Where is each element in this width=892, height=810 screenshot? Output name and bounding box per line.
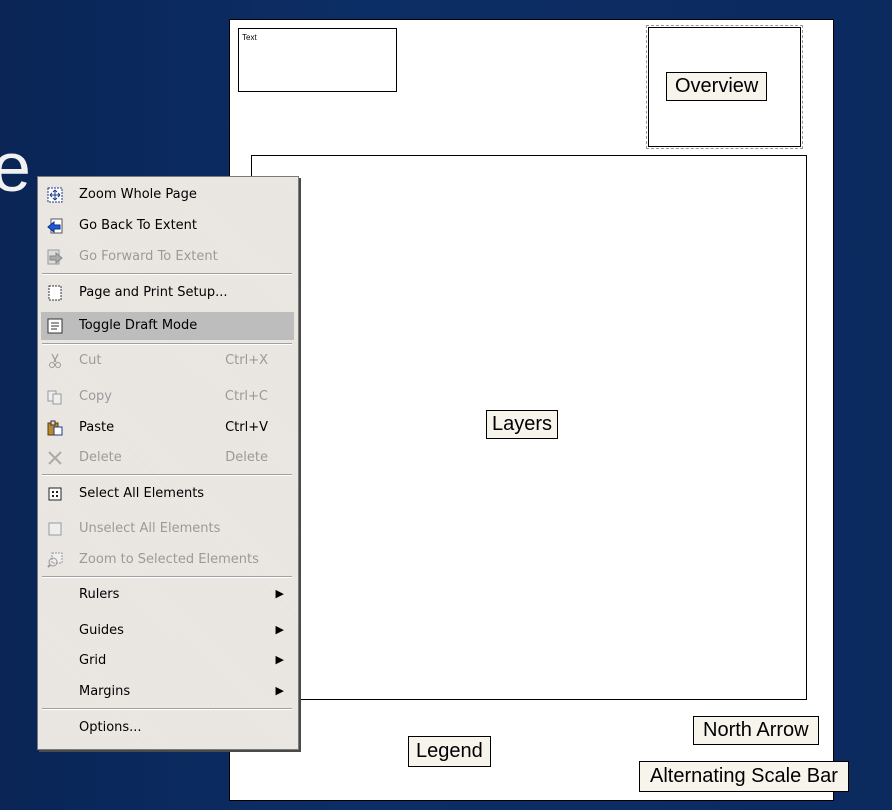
menu-item-unselect-all[interactable]: Unselect All Elements	[41, 515, 294, 543]
menu-item-go-back[interactable]: Go Back To Extent	[41, 212, 294, 240]
menu-item-copy[interactable]: Copy Ctrl+C	[41, 383, 294, 411]
menu-item-label: Grid	[79, 653, 107, 668]
menu-item-select-all[interactable]: Select All Elements	[41, 480, 294, 508]
menu-item-label: Rulers	[79, 587, 120, 602]
draft-mode-icon	[47, 318, 63, 334]
menu-item-cut[interactable]: Cut Ctrl+X	[41, 347, 294, 375]
menu-item-label: Go Forward To Extent	[79, 249, 218, 264]
menu-item-label: Go Back To Extent	[79, 218, 198, 233]
menu-item-page-setup[interactable]: Page and Print Setup...	[41, 279, 294, 307]
delete-icon	[47, 450, 63, 466]
menu-item-options[interactable]: Options...	[41, 714, 294, 742]
paste-icon	[47, 420, 63, 436]
go-back-icon	[47, 218, 63, 234]
menu-item-label: Guides	[79, 623, 124, 638]
menu-item-shortcut: Ctrl+V	[225, 420, 268, 435]
menu-separator	[42, 343, 292, 345]
menu-item-shortcut: Ctrl+C	[224, 389, 268, 404]
select-all-icon	[47, 486, 63, 502]
menu-item-label: Unselect All Elements	[79, 521, 221, 536]
menu-item-zoom-whole-page[interactable]: Zoom Whole Page	[41, 181, 294, 209]
submenu-arrow-icon: ▶	[275, 587, 284, 600]
menu-item-label: Options...	[79, 720, 142, 735]
menu-item-go-forward[interactable]: Go Forward To Extent	[41, 243, 294, 271]
menu-separator	[42, 576, 292, 578]
layers-frame[interactable]: Layers	[251, 155, 807, 700]
zoom-selected-icon	[47, 552, 63, 568]
menu-item-toggle-draft-mode[interactable]: Toggle Draft Mode	[41, 312, 294, 340]
copy-icon	[47, 389, 63, 405]
layers-label: Layers	[486, 410, 559, 439]
menu-item-label: Zoom Whole Page	[79, 187, 197, 202]
menu-item-label: Paste	[79, 420, 115, 435]
page-setup-icon	[47, 285, 63, 301]
scale-bar-element[interactable]: Alternating Scale Bar	[639, 761, 849, 792]
submenu-arrow-icon: ▶	[275, 684, 284, 697]
layout-page[interactable]: Text Overview Layers Legend North Arrow …	[229, 19, 849, 801]
menu-item-shortcut: Ctrl+X	[225, 353, 268, 368]
north-arrow-element[interactable]: North Arrow	[693, 716, 819, 745]
menu-item-zoom-selected[interactable]: Zoom to Selected Elements	[41, 546, 294, 574]
unselect-icon	[47, 521, 63, 537]
menu-item-label: Page and Print Setup...	[79, 285, 228, 300]
menu-item-label: Select All Elements	[79, 486, 205, 501]
zoom-whole-page-icon	[47, 187, 63, 203]
menu-separator	[42, 708, 292, 710]
menu-item-label: Toggle Draft Mode	[79, 318, 198, 333]
overview-label: Overview	[666, 72, 768, 101]
menu-item-label: Copy	[79, 389, 112, 404]
menu-separator	[42, 474, 292, 476]
menu-item-paste[interactable]: Paste Ctrl+V	[41, 414, 294, 442]
menu-item-delete[interactable]: Delete Delete	[41, 444, 294, 472]
context-menu: Zoom Whole Page Go Back To Extent Go For…	[37, 176, 299, 750]
overview-frame[interactable]: Overview	[646, 25, 803, 149]
text-element-label: Text	[242, 33, 257, 42]
legend-element[interactable]: Legend	[408, 736, 491, 767]
menu-item-margins[interactable]: Margins ▶	[41, 678, 294, 706]
menu-item-label: Zoom to Selected Elements	[79, 552, 259, 567]
background-letter: e	[0, 128, 31, 206]
text-element[interactable]: Text	[238, 28, 397, 92]
menu-item-rulers[interactable]: Rulers ▶	[41, 581, 294, 609]
go-forward-icon	[47, 249, 63, 265]
scissors-icon	[47, 353, 63, 369]
menu-item-label: Cut	[79, 353, 102, 368]
menu-item-grid[interactable]: Grid ▶	[41, 647, 294, 675]
menu-item-label: Delete	[79, 450, 122, 465]
menu-item-shortcut: Delete	[225, 450, 268, 465]
submenu-arrow-icon: ▶	[275, 623, 284, 636]
menu-item-guides[interactable]: Guides ▶	[41, 617, 294, 645]
menu-separator	[42, 273, 292, 275]
menu-item-label: Margins	[79, 684, 131, 699]
submenu-arrow-icon: ▶	[275, 653, 284, 666]
